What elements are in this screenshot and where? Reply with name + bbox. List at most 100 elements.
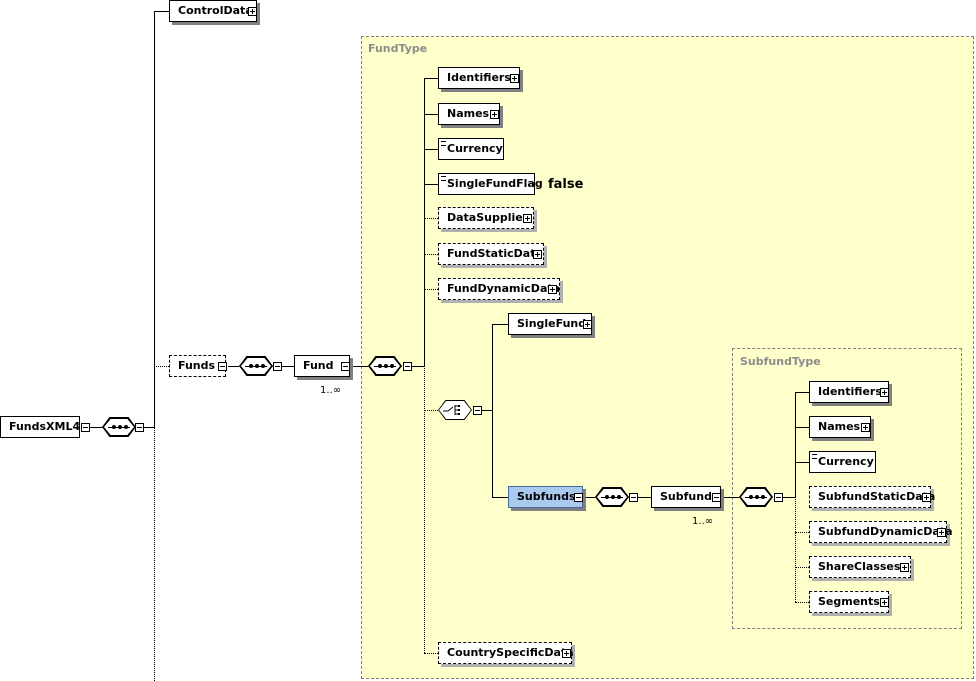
connector xyxy=(795,532,809,533)
node-singlefundflag[interactable]: SingleFundFlag xyxy=(438,173,543,195)
node-countryspecificdata[interactable]: CountrySpecificData xyxy=(438,642,574,664)
connector xyxy=(795,567,809,568)
node-label: Subfunds xyxy=(517,490,576,503)
node-label: SingleFund xyxy=(517,317,587,330)
collapse-icon[interactable] xyxy=(341,362,350,371)
sequence-icon xyxy=(239,356,273,376)
connector xyxy=(492,324,493,497)
expand-icon[interactable] xyxy=(583,320,592,329)
node-label: SubfundStaticData xyxy=(818,490,936,503)
node-fundstaticdata[interactable]: FundStaticData xyxy=(438,243,544,265)
collapse-icon[interactable] xyxy=(135,423,144,432)
expand-icon[interactable] xyxy=(880,598,889,607)
connector xyxy=(350,366,368,367)
node-subfunddynamicdata[interactable]: SubfundDynamicData xyxy=(809,521,953,543)
connector xyxy=(795,497,796,602)
expand-icon[interactable] xyxy=(900,563,909,572)
fund-cardinality: 1..∞ xyxy=(320,385,342,396)
node-controldata[interactable]: ControlData xyxy=(169,0,257,22)
connector xyxy=(424,78,438,79)
node-label: Segments xyxy=(818,595,880,608)
node-label: ControlData xyxy=(178,4,253,17)
fundtype-label: FundType xyxy=(368,42,428,55)
node-label: Identifiers xyxy=(447,71,511,84)
node-label: ShareClasses xyxy=(818,560,901,573)
node-subfund-currency[interactable]: Currency xyxy=(809,451,876,473)
connector xyxy=(795,462,809,463)
node-singlefund[interactable]: SingleFund xyxy=(508,313,592,335)
connector xyxy=(795,392,809,393)
schema-diagram: FundType SubfundType FundsXML4 ControlDa… xyxy=(0,0,976,681)
collapse-icon[interactable] xyxy=(403,362,412,371)
collapse-icon[interactable] xyxy=(218,362,227,371)
node-label: DataSupplier xyxy=(447,211,529,224)
expand-icon[interactable] xyxy=(490,110,499,119)
connector xyxy=(424,114,438,115)
connector xyxy=(424,149,438,150)
node-label: Fund xyxy=(303,359,334,372)
node-datasupplier[interactable]: DataSupplier xyxy=(438,207,534,229)
node-label: FundDynamicData xyxy=(447,282,561,295)
connector xyxy=(783,497,795,498)
expand-icon[interactable] xyxy=(248,7,257,16)
expand-icon[interactable] xyxy=(861,423,870,432)
connector xyxy=(424,289,438,290)
node-label: SingleFundFlag xyxy=(447,177,543,190)
connector xyxy=(154,11,155,427)
connector xyxy=(492,497,508,498)
fixed-value: false xyxy=(548,177,584,192)
expand-icon[interactable] xyxy=(880,388,889,397)
node-label: FundsXML4 xyxy=(9,420,81,433)
collapse-icon[interactable] xyxy=(629,493,638,502)
connector xyxy=(424,254,438,255)
collapse-icon[interactable] xyxy=(81,423,90,432)
node-label: Subfund xyxy=(660,490,712,503)
collapse-icon[interactable] xyxy=(473,406,482,415)
collapse-icon[interactable] xyxy=(712,493,721,502)
node-label: FundStaticData xyxy=(447,247,543,260)
node-label: CountrySpecificData xyxy=(447,646,574,659)
node-subfund-identifiers[interactable]: Identifiers xyxy=(809,381,889,403)
connector xyxy=(424,184,438,185)
collapse-icon[interactable] xyxy=(574,493,583,502)
connector xyxy=(795,602,809,603)
node-subfunds[interactable]: Subfunds xyxy=(508,486,583,508)
connector xyxy=(144,427,154,428)
connector xyxy=(154,366,169,367)
expand-icon[interactable] xyxy=(937,528,946,537)
node-currency[interactable]: Currency xyxy=(438,138,504,160)
collapse-icon[interactable] xyxy=(774,493,783,502)
connector xyxy=(795,427,809,428)
collapse-icon[interactable] xyxy=(273,362,282,371)
node-funddynamicdata[interactable]: FundDynamicData xyxy=(438,278,560,300)
expand-icon[interactable] xyxy=(523,214,532,223)
node-label: Names xyxy=(818,420,861,433)
node-label: Names xyxy=(447,107,490,120)
connector xyxy=(482,410,492,411)
connector xyxy=(154,427,155,681)
node-fundsxml4[interactable]: FundsXML4 xyxy=(0,416,80,438)
node-subfundstaticdata[interactable]: SubfundStaticData xyxy=(809,486,935,508)
node-subfund[interactable]: Subfund xyxy=(651,486,721,508)
connector xyxy=(424,653,438,654)
node-label: Currency xyxy=(447,142,503,155)
connector xyxy=(584,497,595,498)
connector xyxy=(228,366,239,367)
expand-icon[interactable] xyxy=(562,649,571,658)
connector xyxy=(638,497,651,498)
connector xyxy=(282,366,294,367)
node-label: Currency xyxy=(818,455,874,468)
connector xyxy=(90,427,102,428)
connector xyxy=(412,366,424,367)
node-shareclasses[interactable]: ShareClasses xyxy=(809,556,911,578)
node-identifiers[interactable]: Identifiers xyxy=(438,67,520,89)
node-segments[interactable]: Segments xyxy=(809,591,889,613)
expand-icon[interactable] xyxy=(548,285,557,294)
expand-icon[interactable] xyxy=(510,74,519,83)
expand-icon[interactable] xyxy=(533,250,542,259)
expand-icon[interactable] xyxy=(922,493,931,502)
connector xyxy=(424,410,438,411)
connector xyxy=(424,218,438,219)
subfundtype-label: SubfundType xyxy=(740,355,821,368)
node-label: Identifiers xyxy=(818,385,882,398)
